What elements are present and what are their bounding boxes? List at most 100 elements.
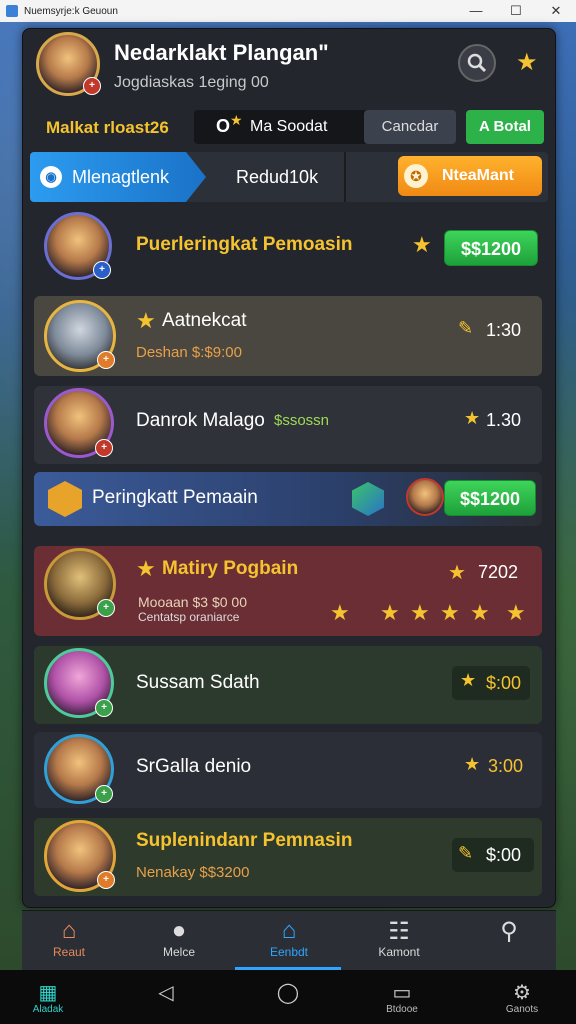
back-icon: ◁: [158, 982, 174, 1004]
sys-apps[interactable]: ▦ Aladak: [8, 980, 88, 1015]
avatar-badge-icon: +: [83, 77, 101, 95]
leaderboard-card[interactable]: Peringkatt Pemaain $$1200: [34, 472, 542, 526]
maximize-button[interactable]: ☐: [496, 3, 536, 19]
rank-badge-icon: +: [95, 439, 113, 457]
nav-label: Eenbdt: [269, 945, 309, 959]
sys-home[interactable]: ◯: [248, 980, 328, 1004]
minimize-button[interactable]: —: [456, 3, 496, 19]
tab-active-label: Mlenagtlenk: [72, 167, 170, 187]
home-blue-icon: ⌂: [281, 917, 297, 944]
close-button[interactable]: ✕: [536, 3, 576, 19]
accept-button[interactable]: A Botal: [466, 110, 544, 144]
window-controls: — ☐ ✕: [456, 3, 576, 19]
leaderboard-card[interactable]: + ★ Matiry Pogbain Mooaan $3 $0 00 Centa…: [34, 546, 542, 636]
leaderboard-card[interactable]: + Sussam Sdath ★ $:00: [34, 646, 542, 724]
player-name: Nedarklakt Plangan": [114, 40, 329, 65]
favorite-star-icon[interactable]: ★: [516, 48, 538, 77]
star-icon: ★: [460, 670, 477, 690]
nav-item-tools[interactable]: ⚲: [464, 917, 554, 971]
window-titlebar: Nuemsyrje:k Geuoun — ☐ ✕: [0, 0, 576, 22]
rank-badge-icon: +: [97, 871, 115, 889]
player-avatar: +: [44, 820, 116, 892]
shop-icon: ☷: [388, 918, 410, 945]
sys-back[interactable]: ◁: [126, 980, 206, 1004]
nav-item-home[interactable]: ⌂ Reaut: [24, 917, 114, 971]
nav-label: Melce: [162, 945, 195, 959]
opponent-avatar: [406, 478, 444, 516]
star-icon: ★: [464, 754, 481, 774]
group-star-icon: ★: [230, 112, 243, 128]
card-subtitle: Mooaan $3 $0 00: [138, 594, 247, 610]
rating-star-icon: ★: [380, 600, 400, 625]
nav-item-chat[interactable]: ● Melce: [134, 917, 224, 971]
bottom-nav: ⌂ Reaut ● Melce ⌂ Eenbdt ☷ Kamont ⚲: [22, 910, 556, 970]
nav-item-shop[interactable]: ☷ Kamont: [354, 917, 444, 971]
card-title: Puerleringkat Pemoasin: [136, 234, 353, 255]
star-icon: ★: [448, 562, 466, 584]
home-circle-icon: ◯: [276, 982, 300, 1004]
card-subtitle-2: Centatsp oraniarce: [138, 610, 240, 624]
search-icon: [467, 53, 487, 73]
rank-badge-icon: +: [97, 351, 115, 369]
rating-star-icon: ★: [330, 600, 350, 625]
card-title: Matiry Pogbain: [162, 558, 299, 579]
player-subtitle: Jogdiaskas 1eging 00: [114, 74, 269, 91]
player-avatar: +: [44, 548, 116, 620]
rating-star-icon: ★: [410, 600, 430, 625]
card-value: 3:00: [488, 756, 524, 776]
apps-icon: ▦: [38, 982, 58, 1004]
leaderboard-card[interactable]: + Puerleringkat Pemoasin ★ $$1200: [34, 208, 542, 290]
group-prefix: O: [216, 116, 231, 136]
reward-button[interactable]: $$1200: [444, 230, 538, 266]
card-subtitle: $ssossn: [274, 412, 330, 429]
pencil-icon: ✎: [458, 843, 474, 863]
value-chip: ✎ $:00: [452, 838, 534, 872]
nav-label: Kamont: [378, 945, 420, 959]
nav-item-main[interactable]: ⌂ Eenbdt: [244, 917, 334, 971]
group-selector[interactable]: O ★ Ma Soodat: [194, 110, 384, 144]
pencil-icon: ✎: [458, 318, 474, 338]
tab-special-label: NteaMant: [442, 167, 515, 184]
rank-badge-icon: +: [95, 785, 113, 803]
sys-label: Aladak: [32, 1004, 64, 1015]
system-nav-bar: ▦ Aladak ◁ ◯ ▭ Btdooe ⚙ Ganots: [0, 970, 576, 1024]
sys-label: Ganots: [505, 1004, 539, 1015]
leaderboard-card[interactable]: + SrGalla denio ★ 3:00: [34, 732, 542, 808]
card-subtitle: Deshan $:$9:00: [136, 344, 242, 361]
card-value: 1:30: [486, 320, 522, 340]
chest-icon: ✪: [404, 164, 428, 188]
sys-settings[interactable]: ⚙ Ganots: [482, 980, 562, 1015]
player-avatar: +: [44, 734, 114, 804]
action-row: Malkat rloast26 O ★ Ma Soodat Cancdar A …: [30, 108, 548, 146]
card-title: Sussam Sdath: [136, 672, 260, 693]
card-value: $:00: [486, 845, 522, 865]
tab-special[interactable]: ✪ NteaMant: [398, 156, 542, 196]
gem-icon: [352, 482, 384, 516]
tab-bar: ◉ Mlenagtlenk Redud10k ✪ NteaMant: [30, 152, 548, 202]
sys-window[interactable]: ▭ Btdooe: [362, 980, 442, 1015]
card-value: 1.30: [486, 410, 522, 430]
leaderboard-card[interactable]: + Danrok Malago $ssossn ★ 1.30: [34, 386, 542, 464]
rank-badge-icon: +: [93, 261, 111, 279]
search-button[interactable]: [458, 44, 496, 82]
player-avatar: +: [44, 212, 112, 280]
wrench-icon: ⚲: [500, 918, 518, 945]
cancel-button[interactable]: Cancdar: [364, 110, 456, 144]
tab-second[interactable]: Redud10k: [236, 167, 318, 188]
rating-star-icon: ★: [470, 600, 490, 625]
value-chip: ★ $:00: [452, 666, 530, 700]
nav-label: Reaut: [52, 945, 86, 959]
tab-active[interactable]: ◉ Mlenagtlenk: [30, 152, 206, 202]
leaderboard-card[interactable]: + ★ Aatnekcat Deshan $:$9:00 ✎ 1:30: [34, 296, 542, 376]
reward-button[interactable]: $$1200: [444, 480, 536, 516]
card-title: SrGalla denio: [136, 756, 252, 777]
player-avatar[interactable]: +: [36, 32, 101, 96]
card-value: $:00: [486, 673, 522, 693]
star-icon: ★: [412, 232, 432, 257]
leaderboard-card[interactable]: + Suplenindanr Pemnasin Nenakay $$3200 ✎…: [34, 818, 542, 896]
card-title: Peringkatt Pemaain: [92, 487, 258, 508]
action-label: Malkat rloast26: [46, 118, 169, 137]
window-icon: ▭: [392, 982, 412, 1004]
star-icon: ★: [136, 556, 156, 581]
star-rating: ★ ★ ★ ★ ★ ★: [330, 600, 536, 626]
